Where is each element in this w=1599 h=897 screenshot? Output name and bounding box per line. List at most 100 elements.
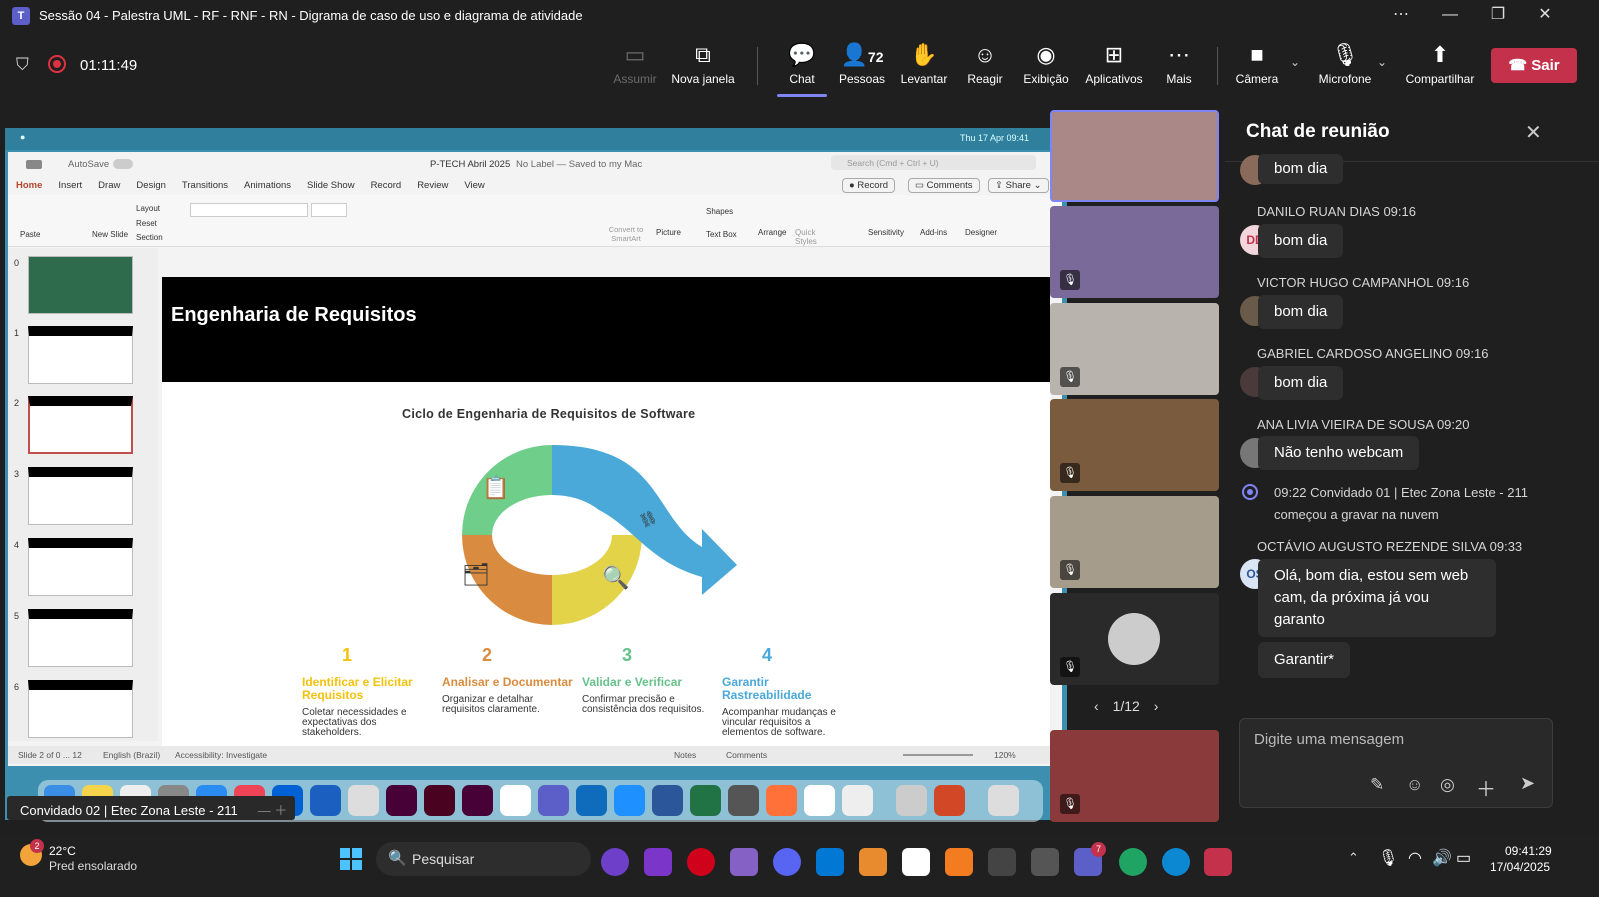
self-video-tile[interactable]: 🎙 bbox=[1050, 730, 1219, 822]
zoom-slider[interactable] bbox=[903, 754, 973, 756]
obs-icon[interactable] bbox=[1204, 848, 1232, 876]
notes-button[interactable]: Notes bbox=[674, 750, 696, 760]
reset-button[interactable]: Reset bbox=[136, 219, 157, 228]
section-button[interactable]: Section bbox=[136, 233, 163, 242]
react-button[interactable]: ☺ Reagir bbox=[954, 41, 1016, 95]
visual-studio-icon[interactable] bbox=[730, 848, 758, 876]
close-chat-icon[interactable]: ✕ bbox=[1525, 120, 1542, 145]
more-options-icon[interactable]: ⋯ bbox=[1389, 4, 1413, 28]
format-icon[interactable]: ✎ bbox=[1370, 775, 1384, 795]
show-hidden-icons-chevron-icon[interactable]: ⌃ bbox=[1348, 850, 1359, 866]
close-window-button[interactable]: ✕ bbox=[1533, 4, 1557, 28]
leave-button[interactable]: ☎ Sair bbox=[1491, 48, 1577, 83]
tab-draw[interactable]: Draw bbox=[98, 180, 120, 191]
video-tile-speaker[interactable] bbox=[1050, 110, 1219, 202]
record-button[interactable]: ● Record bbox=[842, 178, 896, 193]
game-icon[interactable] bbox=[859, 848, 887, 876]
firefox-icon[interactable] bbox=[766, 785, 797, 816]
controller-icon[interactable] bbox=[988, 848, 1016, 876]
outlook-icon[interactable] bbox=[576, 785, 607, 816]
vscode-icon[interactable] bbox=[816, 848, 844, 876]
github-icon[interactable] bbox=[601, 848, 629, 876]
paste-button[interactable]: Paste bbox=[20, 230, 40, 239]
trash-icon[interactable] bbox=[988, 785, 1019, 816]
mic-muted-tray-icon[interactable]: 🎙 bbox=[1378, 848, 1398, 868]
convert-smartart-button[interactable]: Convert to SmartArt bbox=[606, 225, 646, 243]
share-ppt-button[interactable]: ⇪ Share ⌄ bbox=[988, 178, 1049, 193]
more-button[interactable]: ⋯ Mais bbox=[1148, 41, 1210, 95]
slide-thumbnail[interactable] bbox=[28, 538, 133, 596]
calendar-icon[interactable] bbox=[804, 785, 835, 816]
comments-status-button[interactable]: Comments bbox=[726, 750, 767, 760]
slide-thumbnail-selected[interactable] bbox=[28, 396, 133, 454]
autosave-toggle[interactable] bbox=[113, 159, 133, 169]
add-ins-button[interactable]: Add-ins bbox=[920, 228, 947, 237]
xampp-icon[interactable] bbox=[945, 848, 973, 876]
dreamweaver-icon[interactable] bbox=[386, 785, 417, 816]
font-size-select[interactable] bbox=[311, 203, 347, 217]
tab-view[interactable]: View bbox=[464, 180, 484, 191]
opera-icon[interactable] bbox=[687, 848, 715, 876]
text-box-button[interactable]: Text Box bbox=[706, 230, 737, 239]
excel-icon[interactable] bbox=[690, 785, 721, 816]
tab-transitions[interactable]: Transitions bbox=[182, 180, 228, 191]
battery-icon[interactable]: ▭ bbox=[1456, 848, 1471, 868]
message-composer[interactable]: Digite uma mensagem ✎ ☺ ◎ ＋ ➤ bbox=[1239, 718, 1553, 808]
teams-dock-icon[interactable] bbox=[538, 785, 569, 816]
raise-hand-button[interactable]: ✋ Levantar bbox=[893, 41, 955, 95]
attach-plus-icon[interactable]: ＋ bbox=[1476, 773, 1496, 802]
take-control-button[interactable]: ▭ Assumir bbox=[604, 41, 666, 95]
comments-button[interactable]: ▭ Comments bbox=[908, 178, 980, 193]
accessibility-status[interactable]: Accessibility: Investigate bbox=[175, 750, 267, 760]
powerpoint-icon[interactable] bbox=[934, 785, 965, 816]
slide-thumbnail[interactable] bbox=[28, 326, 133, 384]
activity-monitor-icon[interactable] bbox=[842, 785, 873, 816]
slide-thumbnail[interactable] bbox=[28, 256, 133, 314]
search-field[interactable]: Search (Cmd + Ctrl + U) bbox=[831, 155, 1036, 170]
xd-icon[interactable] bbox=[462, 785, 493, 816]
bug-icon[interactable] bbox=[1031, 848, 1059, 876]
video-tile[interactable]: 🎙 bbox=[1050, 399, 1219, 491]
arrange-button[interactable]: Arrange bbox=[758, 228, 786, 237]
screenshot-icon[interactable] bbox=[348, 785, 379, 816]
shapes-button[interactable]: Shapes bbox=[706, 207, 733, 216]
video-tile-avatar[interactable]: 🎙 bbox=[1050, 593, 1219, 685]
loop-icon[interactable]: ◎ bbox=[1440, 775, 1455, 795]
safari-icon[interactable] bbox=[614, 785, 645, 816]
tab-insert[interactable]: Insert bbox=[58, 180, 82, 191]
send-icon[interactable]: ➤ bbox=[1520, 773, 1535, 794]
wifi-icon[interactable]: ◠ bbox=[1408, 848, 1422, 868]
restore-button[interactable]: ❐ bbox=[1486, 4, 1510, 28]
preview-icon[interactable] bbox=[896, 785, 927, 816]
video-tile[interactable]: 🎙 bbox=[1050, 496, 1219, 588]
edge-icon[interactable] bbox=[1162, 848, 1190, 876]
minimize-button[interactable]: — bbox=[1438, 4, 1462, 28]
share-button[interactable]: ⬆ Compartilhar bbox=[1398, 41, 1482, 95]
word-icon[interactable] bbox=[652, 785, 683, 816]
quick-styles-button[interactable]: Quick Styles bbox=[795, 228, 825, 246]
sidebar-toggle-icon[interactable] bbox=[26, 160, 42, 169]
camera-options-chevron-icon[interactable]: ⌄ bbox=[1290, 55, 1300, 69]
tab-animations[interactable]: Animations bbox=[244, 180, 291, 191]
camera-button[interactable]: ■ Câmera bbox=[1226, 41, 1288, 95]
tab-record[interactable]: Record bbox=[371, 180, 402, 191]
defender-icon[interactable] bbox=[310, 785, 341, 816]
new-window-button[interactable]: ⧉ Nova janela bbox=[671, 41, 735, 95]
volume-icon[interactable]: 🔊 bbox=[1432, 848, 1452, 868]
view-button[interactable]: ◉ Exibição bbox=[1015, 41, 1077, 95]
message-input[interactable]: Digite uma mensagem bbox=[1254, 731, 1404, 748]
next-page-chevron-icon[interactable]: › bbox=[1154, 698, 1159, 714]
slide-thumbnail[interactable] bbox=[28, 467, 133, 525]
windows-start-icon[interactable] bbox=[340, 848, 362, 870]
emoji-icon[interactable]: ☺ bbox=[1406, 775, 1423, 795]
discord-icon[interactable] bbox=[773, 848, 801, 876]
designer-button[interactable]: Designer bbox=[965, 228, 997, 237]
calculator-icon[interactable] bbox=[728, 785, 759, 816]
taskbar-time[interactable]: 09:41:29 bbox=[1505, 844, 1552, 858]
jetbrains-icon[interactable] bbox=[644, 848, 672, 876]
taskbar-date[interactable]: 17/04/2025 bbox=[1490, 860, 1550, 874]
tab-design[interactable]: Design bbox=[136, 180, 166, 191]
chrome-icon[interactable] bbox=[1119, 848, 1147, 876]
slide-thumbnail[interactable] bbox=[28, 609, 133, 667]
video-tile[interactable]: 🎙 bbox=[1050, 303, 1219, 395]
